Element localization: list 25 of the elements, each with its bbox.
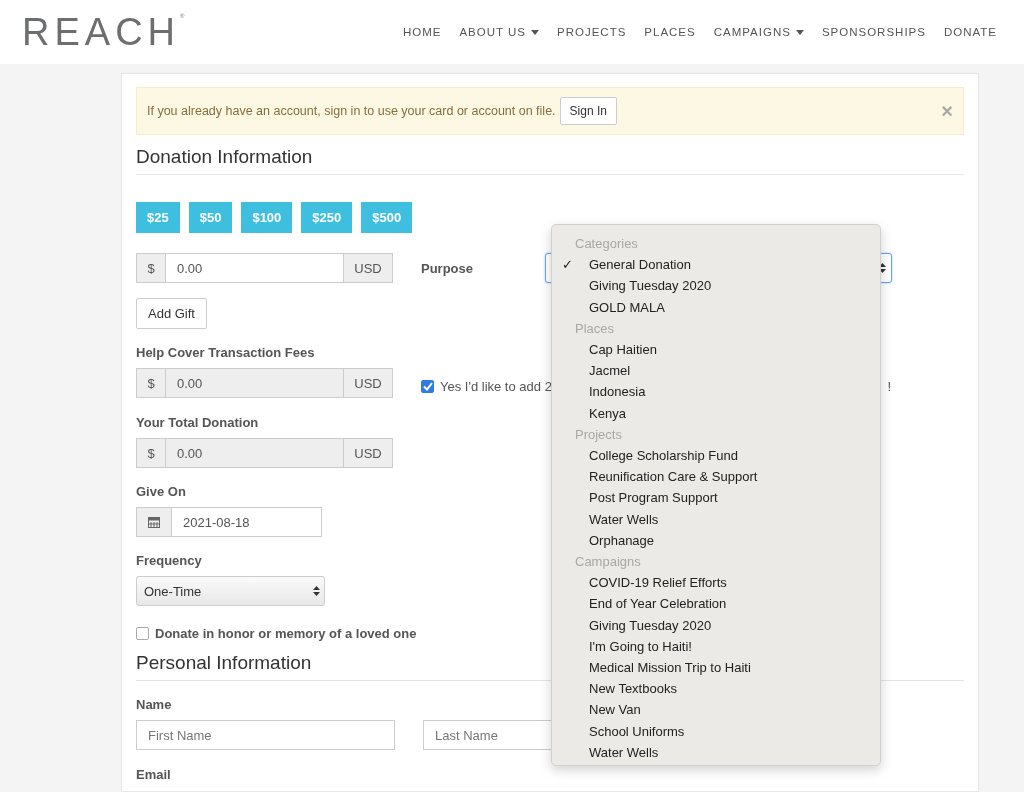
menu-group-label: Campaigns bbox=[574, 553, 642, 572]
field-label: Your Total Donation bbox=[136, 416, 259, 430]
amount-field: 0.00 bbox=[165, 438, 344, 468]
field-label: Name bbox=[136, 698, 172, 712]
checkbox-label: ! bbox=[887, 378, 891, 394]
currency-code: USD bbox=[344, 368, 393, 398]
check-icon: ✓ bbox=[552, 254, 589, 276]
field-label: Email bbox=[136, 768, 171, 782]
field-label: Purpose bbox=[421, 260, 474, 276]
field-label: Frequency bbox=[136, 554, 202, 568]
currency-symbol: $ bbox=[136, 368, 165, 398]
menu-group-label: Categories bbox=[574, 235, 639, 253]
field-label: Give On bbox=[136, 485, 186, 499]
alert-message: If you already have an account, sign in to use your card or account on file. bbox=[147, 104, 556, 118]
field-label: Help Cover Transaction Fees bbox=[136, 346, 315, 360]
checkbox-label: Donate in honor or memory of a loved one bbox=[155, 626, 417, 641]
currency-symbol: $ bbox=[136, 438, 165, 468]
currency-code: USD bbox=[344, 438, 393, 468]
menu-group-label: Places bbox=[574, 319, 616, 338]
checkbox-label: Yes I'd like to add 2 bbox=[440, 378, 552, 394]
menu-group-label: Projects bbox=[574, 425, 623, 444]
currency-code: USD bbox=[344, 253, 393, 283]
currency-symbol: $ bbox=[136, 253, 165, 283]
section-heading: Donation Information bbox=[136, 135, 964, 175]
amount-field: 0.00 bbox=[165, 368, 344, 398]
